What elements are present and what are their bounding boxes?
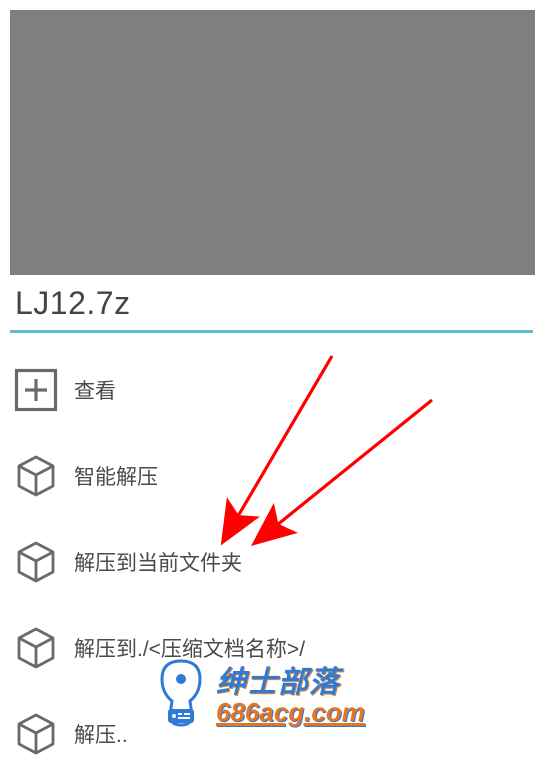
plus-box-icon bbox=[14, 368, 58, 412]
watermark: 绅士部落 686acg.com bbox=[150, 653, 365, 731]
menu-item-view[interactable]: 查看 bbox=[14, 357, 529, 423]
cube-icon bbox=[14, 540, 58, 584]
filename-title: LJ12.7z bbox=[15, 285, 543, 322]
menu-item-extract-here[interactable]: 解压到当前文件夹 bbox=[14, 529, 529, 595]
cube-icon bbox=[14, 454, 58, 498]
watermark-url: 686acg.com bbox=[216, 697, 365, 728]
watermark-title: 绅士部落 bbox=[216, 657, 365, 701]
cube-icon bbox=[14, 712, 58, 756]
cube-icon bbox=[14, 626, 58, 670]
menu-item-smart-extract[interactable]: 智能解压 bbox=[14, 443, 529, 509]
menu-item-label: 解压到当前文件夹 bbox=[74, 547, 242, 577]
preview-area bbox=[10, 10, 535, 275]
menu-item-label: 查看 bbox=[74, 375, 116, 405]
menu-item-label: 解压.. bbox=[74, 719, 128, 749]
divider bbox=[10, 330, 533, 333]
menu-item-label: 智能解压 bbox=[74, 461, 158, 491]
avatar-icon bbox=[150, 653, 212, 731]
